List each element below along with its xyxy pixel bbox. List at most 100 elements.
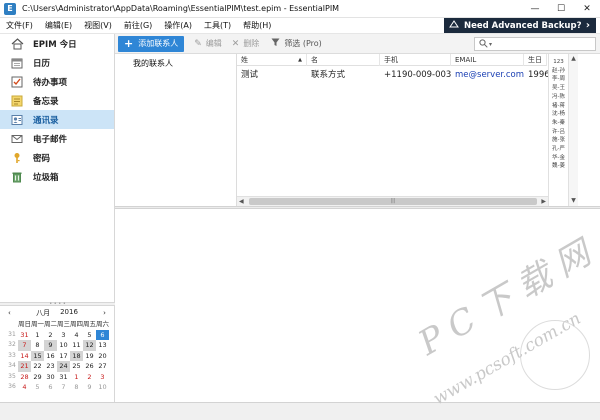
sidebar-item-email[interactable]: 电子邮件 <box>0 129 114 148</box>
menu-help[interactable]: 帮助(H) <box>237 18 277 34</box>
calendar-day[interactable]: 3 <box>96 372 109 383</box>
calendar-day[interactable]: 13 <box>96 340 109 351</box>
alphabet-index-item[interactable]: 华-金 <box>549 154 568 163</box>
vertical-scrollbar[interactable]: ▲ ▼ <box>568 54 578 206</box>
sidebar-item-today[interactable]: EPIM 今日 <box>0 34 114 53</box>
edit-button[interactable]: ✎ 编辑 <box>194 38 222 49</box>
calendar-day[interactable]: 8 <box>31 340 44 351</box>
delete-button[interactable]: ✕ 删除 <box>232 38 260 49</box>
calendar-day[interactable]: 11 <box>70 340 83 351</box>
calendar-day[interactable]: 7 <box>57 382 70 393</box>
calendar-day[interactable]: 23 <box>44 361 57 372</box>
column-mobile[interactable]: 手机 <box>380 54 451 66</box>
column-birthday[interactable]: 生日 <box>524 54 547 66</box>
minimize-button[interactable]: — <box>522 0 548 18</box>
add-contact-button[interactable]: + 添加联系人 <box>118 35 185 52</box>
alphabet-index-item[interactable]: 朱-秦 <box>549 119 568 128</box>
calendar-day[interactable]: 16 <box>44 351 57 362</box>
calendar-day[interactable]: 28 <box>18 372 31 383</box>
calendar-day[interactable]: 1 <box>31 330 44 341</box>
calendar-day[interactable]: 19 <box>83 351 96 362</box>
cell-email[interactable]: me@server.com <box>451 68 524 82</box>
sidebar-item-passwords[interactable]: 密码 <box>0 148 114 167</box>
alphabet-index-item[interactable]: 许-吕 <box>549 128 568 137</box>
next-month-icon[interactable]: › <box>103 309 106 317</box>
calendar-day[interactable]: 4 <box>70 330 83 341</box>
menu-edit[interactable]: 编辑(E) <box>39 18 78 34</box>
sidebar-item-notes[interactable]: 备忘录 <box>0 91 114 110</box>
sidebar-item-calendar[interactable]: 日历 <box>0 53 114 72</box>
sidebar-item-trash[interactable]: 垃圾箱 <box>0 167 114 186</box>
menu-action[interactable]: 操作(A) <box>158 18 198 34</box>
calendar-day[interactable]: 3 <box>57 330 70 341</box>
group-my-contacts[interactable]: 我的联系人 <box>115 58 236 70</box>
alphabet-index-item[interactable]: 魏-姜 <box>549 162 568 171</box>
search-dropdown-icon[interactable]: ▾ <box>489 41 492 48</box>
calendar-day[interactable]: 17 <box>57 351 70 362</box>
calendar-day[interactable]: 10 <box>57 340 70 351</box>
calendar-day[interactable]: 21 <box>18 361 31 372</box>
toolbar: + 添加联系人 ✎ 编辑 ✕ 删除 筛选 (Pro) ▾ <box>115 34 600 54</box>
menu-view[interactable]: 视图(V) <box>78 18 118 34</box>
sidebar-item-label: 日历 <box>33 58 51 69</box>
horizontal-scrollbar[interactable]: ◀ ||| ▶ <box>237 196 548 206</box>
calendar-day[interactable]: 31 <box>57 372 70 383</box>
calendar-day[interactable]: 8 <box>70 382 83 393</box>
alphabet-index-item[interactable]: 吴-王 <box>549 84 568 93</box>
menu-go[interactable]: 前往(G) <box>118 18 158 34</box>
column-email[interactable]: EMAIL <box>451 54 524 66</box>
calendar-day[interactable]: 7 <box>18 340 31 351</box>
calendar-day[interactable]: 18 <box>70 350 83 361</box>
calendar-day[interactable]: 1 <box>70 372 83 383</box>
calendar-day[interactable]: 9 <box>44 340 57 351</box>
calendar-day[interactable]: 4 <box>18 382 31 393</box>
alphabet-index-item[interactable]: 123 <box>549 58 568 67</box>
calendar-day[interactable]: 14 <box>18 351 31 362</box>
calendar-day[interactable]: 25 <box>70 361 83 372</box>
calendar-day[interactable]: 2 <box>44 330 57 341</box>
table-row[interactable]: 测试 联系方式 +1190-009-003 me@server.com 1996… <box>237 68 548 82</box>
calendar-day[interactable]: 26 <box>83 361 96 372</box>
alphabet-index-item[interactable]: 李-周 <box>549 75 568 84</box>
alphabet-index-item[interactable]: 褚-蒋 <box>549 102 568 111</box>
menu-file[interactable]: 文件(F) <box>0 18 39 34</box>
sidebar-item-tasks[interactable]: 待办事项 <box>0 72 114 91</box>
calendar-day[interactable]: 6 <box>44 382 57 393</box>
calendar-day[interactable]: 12 <box>83 340 96 351</box>
calendar-day[interactable]: 10 <box>96 382 109 393</box>
alphabet-index-item[interactable]: 赵-孙 <box>549 67 568 76</box>
calendar-day[interactable]: 29 <box>31 372 44 383</box>
calendar-day[interactable]: 30 <box>44 372 57 383</box>
calendar-day[interactable]: 31 <box>18 330 31 341</box>
scroll-thumb[interactable]: ||| <box>249 198 537 205</box>
maximize-button[interactable]: ☐ <box>548 0 574 18</box>
column-first-name[interactable]: 名 <box>307 54 380 66</box>
calendar-day[interactable]: 9 <box>83 382 96 393</box>
alphabet-index-item[interactable]: 施-张 <box>549 136 568 145</box>
advanced-backup-banner[interactable]: Need Advanced Backup? › <box>444 18 596 33</box>
calendar-day[interactable]: 24 <box>57 361 70 372</box>
calendar-day[interactable]: 22 <box>31 361 44 372</box>
search-input[interactable]: ▾ <box>474 37 596 51</box>
sidebar-item-contacts[interactable]: 通讯录 <box>0 110 114 129</box>
prev-month-icon[interactable]: ‹ <box>8 309 11 317</box>
calendar-day[interactable]: 6 <box>96 329 109 340</box>
week-number: 36 <box>8 383 16 390</box>
menu-tools[interactable]: 工具(T) <box>198 18 237 34</box>
alphabet-index-item[interactable]: 沈-杨 <box>549 110 568 119</box>
column-last-name[interactable]: 姓 ▲ <box>237 54 307 66</box>
calendar-day[interactable]: 27 <box>96 361 109 372</box>
close-button[interactable]: ✕ <box>574 0 600 18</box>
contacts-icon <box>10 113 24 127</box>
scroll-up-icon[interactable]: ▲ <box>569 54 578 64</box>
alphabet-index-item[interactable]: 孔-严 <box>549 145 568 154</box>
filter-button[interactable]: 筛选 (Pro) <box>271 38 322 50</box>
scroll-down-icon[interactable]: ▼ <box>569 196 578 206</box>
alphabet-index-item[interactable]: 冯-陈 <box>549 93 568 102</box>
plus-icon: + <box>124 37 134 50</box>
calendar-day[interactable]: 15 <box>31 350 44 361</box>
calendar-day[interactable]: 20 <box>96 351 109 362</box>
calendar-day[interactable]: 2 <box>83 372 96 383</box>
calendar-day[interactable]: 5 <box>83 330 96 341</box>
calendar-day[interactable]: 5 <box>31 382 44 393</box>
